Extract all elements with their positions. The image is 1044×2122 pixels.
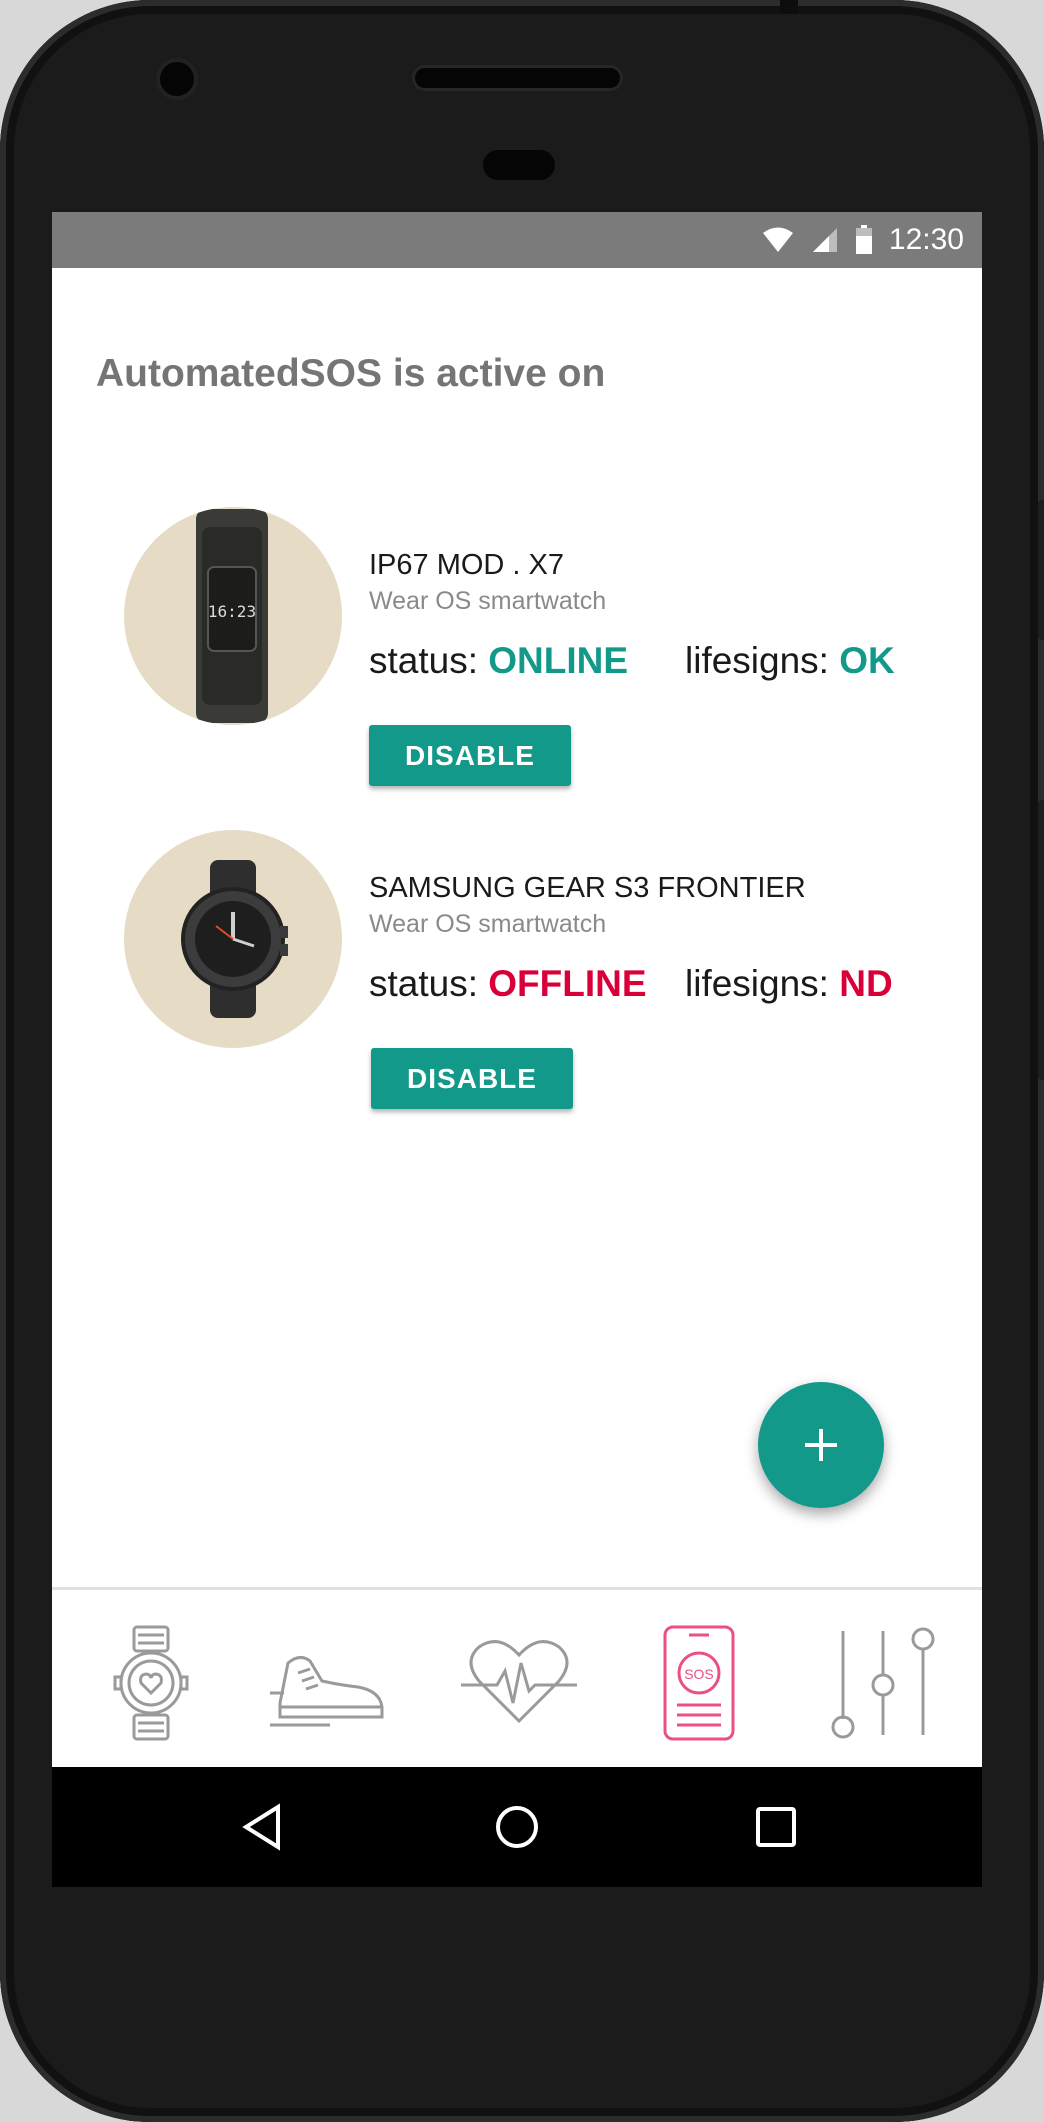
bottom-navigation: SOS xyxy=(52,1587,982,1767)
status-label: status: xyxy=(369,963,478,1004)
lifesigns-label: lifesigns: xyxy=(685,963,829,1004)
status-label: status: xyxy=(369,640,478,681)
home-button[interactable] xyxy=(485,1795,549,1859)
device-type: Wear OS smartwatch xyxy=(369,587,607,615)
status-bar: 12:30 xyxy=(52,212,982,268)
nav-item-sos[interactable]: SOS xyxy=(624,1608,774,1758)
status-value: ONLINE xyxy=(488,640,629,681)
sliders-icon xyxy=(831,1627,935,1739)
lifesigns-value: OK xyxy=(839,640,895,681)
device-image: 16:23 xyxy=(124,507,342,725)
top-notch xyxy=(780,0,798,14)
battery-icon xyxy=(855,225,872,254)
front-camera xyxy=(160,62,194,96)
disable-button[interactable]: DISABLE xyxy=(371,1048,573,1109)
clock: 12:30 xyxy=(888,223,964,256)
app-screen: 12:30 AutomatedSOS is active on 16:23 IP… xyxy=(52,212,982,1767)
device-card: SAMSUNG GEAR S3 FRONTIER Wear OS smartwa… xyxy=(124,830,982,1109)
home-icon xyxy=(496,1806,538,1848)
volume-button xyxy=(1038,500,1044,640)
add-device-button[interactable] xyxy=(758,1382,884,1508)
wifi-icon xyxy=(762,227,793,252)
heartbeat-icon xyxy=(461,1640,577,1724)
recents-icon xyxy=(756,1807,796,1847)
smartwatch-heart-icon xyxy=(113,1625,189,1741)
device-image xyxy=(124,830,342,1048)
svg-text:SOS: SOS xyxy=(684,1666,714,1682)
lifesigns-label: lifesigns: xyxy=(685,640,829,681)
power-button xyxy=(1038,800,1044,1080)
recents-button[interactable] xyxy=(744,1795,808,1859)
back-button[interactable] xyxy=(230,1795,294,1859)
status-value: OFFLINE xyxy=(488,963,647,1004)
proximity-sensor xyxy=(483,150,555,180)
svg-text:16:23: 16:23 xyxy=(208,602,256,621)
lifesigns-value: ND xyxy=(839,963,893,1004)
nav-item-activity[interactable] xyxy=(255,1608,405,1758)
nav-item-settings[interactable] xyxy=(804,1608,954,1758)
phone-sos-icon: SOS xyxy=(663,1625,735,1741)
phone-frame: 12:30 AutomatedSOS is active on 16:23 IP… xyxy=(0,0,1044,2122)
nav-item-heartbeat[interactable] xyxy=(444,1608,594,1758)
nav-item-watch[interactable] xyxy=(76,1608,226,1758)
device-type: Wear OS smartwatch xyxy=(369,910,607,938)
device-status-line: status: ONLINE lifesigns: OK xyxy=(369,640,929,682)
back-icon xyxy=(242,1803,280,1851)
page-title: AutomatedSOS is active on xyxy=(96,352,606,395)
earpiece-speaker xyxy=(415,68,620,88)
device-card: 16:23 IP67 MOD . X7 Wear OS smartwatch s… xyxy=(124,507,982,786)
device-name: IP67 MOD . X7 xyxy=(369,549,565,581)
device-status-line: status: OFFLINE lifesigns: ND xyxy=(369,963,929,1005)
fitness-band-image: 16:23 xyxy=(196,509,268,723)
system-navigation-bar xyxy=(52,1767,982,1887)
plus-icon xyxy=(805,1429,837,1461)
sneaker-icon xyxy=(270,1656,384,1727)
disable-button[interactable]: DISABLE xyxy=(369,725,571,786)
signal-icon xyxy=(812,228,837,252)
smartwatch-image xyxy=(181,860,288,1018)
device-name: SAMSUNG GEAR S3 FRONTIER xyxy=(369,872,806,904)
